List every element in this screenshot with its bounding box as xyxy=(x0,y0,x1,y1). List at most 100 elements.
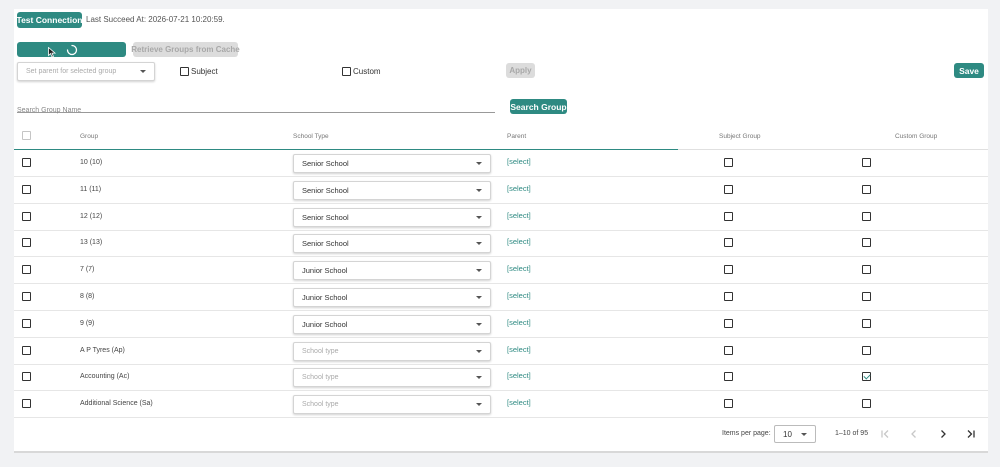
subject-group-checkbox[interactable] xyxy=(724,185,733,194)
custom-group-checkbox[interactable] xyxy=(862,265,871,274)
subject-group-checkbox[interactable] xyxy=(724,292,733,301)
subject-checkbox[interactable] xyxy=(180,67,189,76)
last-succeed-text: Last Succeed At: 2026-07-21 10:20:59. xyxy=(86,15,225,24)
subject-group-checkbox[interactable] xyxy=(724,319,733,328)
row-checkbox[interactable] xyxy=(22,372,31,381)
chevron-down-icon xyxy=(476,323,482,326)
chevron-down-icon xyxy=(476,216,482,219)
parent-select[interactable]: Set parent for selected group xyxy=(17,62,155,81)
custom-group-checkbox[interactable] xyxy=(862,292,871,301)
header-subject-group: Subject Group xyxy=(719,133,761,140)
test-connection-button[interactable]: Test Connection xyxy=(17,12,82,28)
group-name: Additional Science (Sa) xyxy=(80,400,153,407)
items-per-page-select[interactable]: 10 xyxy=(774,425,816,443)
row-checkbox[interactable] xyxy=(22,158,31,167)
items-per-page-label: Items per page: xyxy=(722,430,771,437)
custom-group-checkbox[interactable] xyxy=(862,346,871,355)
row-checkbox[interactable] xyxy=(22,185,31,194)
parent-select-link[interactable]: [select] xyxy=(507,264,531,273)
parent-select-link[interactable]: [select] xyxy=(507,371,531,380)
school-type-value: Junior School xyxy=(302,320,348,329)
save-button[interactable]: Save xyxy=(954,63,984,78)
row-checkbox[interactable] xyxy=(22,399,31,408)
school-type-select[interactable]: School type xyxy=(293,342,491,361)
group-name: 12 (12) xyxy=(80,213,103,220)
row-checkbox[interactable] xyxy=(22,265,31,274)
subject-group-checkbox[interactable] xyxy=(724,346,733,355)
school-type-select[interactable]: Junior School xyxy=(293,315,491,334)
header-group: Group xyxy=(80,133,99,140)
chevron-down-icon xyxy=(476,350,482,353)
school-type-value: Senior School xyxy=(302,213,349,222)
school-type-value: Senior School xyxy=(302,159,349,168)
subject-group-checkbox[interactable] xyxy=(724,158,733,167)
chevron-down-icon xyxy=(476,269,482,272)
school-type-select[interactable]: Senior School xyxy=(293,154,491,173)
parent-select-link[interactable]: [select] xyxy=(507,398,531,407)
table-row: 10 (10) Senior School [select] xyxy=(14,150,988,177)
chevron-down-icon xyxy=(476,242,482,245)
parent-select-link[interactable]: [select] xyxy=(507,345,531,354)
group-name: 8 (8) xyxy=(80,293,95,300)
group-name: 11 (11) xyxy=(80,186,102,193)
items-per-page-value: 10 xyxy=(783,429,792,439)
last-page-icon[interactable] xyxy=(966,429,976,439)
school-type-select[interactable]: School type xyxy=(293,395,491,414)
parent-select-link[interactable]: [select] xyxy=(507,184,531,193)
school-type-select[interactable]: Senior School xyxy=(293,181,491,200)
group-name: Accounting (Ac) xyxy=(80,373,130,380)
group-name: A P Tyres (Ap) xyxy=(80,347,125,354)
custom-group-checkbox[interactable] xyxy=(862,238,871,247)
school-type-select[interactable]: School type xyxy=(293,368,491,387)
school-type-select[interactable]: Senior School xyxy=(293,208,491,227)
first-page-icon[interactable] xyxy=(880,429,890,439)
custom-group-checkbox[interactable] xyxy=(862,319,871,328)
apply-button[interactable]: Apply xyxy=(506,63,535,78)
chevron-left-icon[interactable] xyxy=(909,429,919,439)
subject-group-checkbox[interactable] xyxy=(724,399,733,408)
subject-group-checkbox[interactable] xyxy=(724,212,733,221)
chevron-down-icon xyxy=(476,403,482,406)
row-checkbox[interactable] xyxy=(22,212,31,221)
school-type-value: Junior School xyxy=(302,293,348,302)
custom-label: Custom xyxy=(353,67,381,76)
table-row: 9 (9) Junior School [select] xyxy=(14,311,988,338)
parent-select-link[interactable]: [select] xyxy=(507,157,531,166)
search-input[interactable]: Search Group Name xyxy=(17,99,495,114)
parent-select-link[interactable]: [select] xyxy=(507,237,531,246)
select-all-checkbox[interactable] xyxy=(22,131,31,140)
row-checkbox[interactable] xyxy=(22,292,31,301)
search-group-button[interactable]: Search Group xyxy=(510,99,567,114)
table-row: 7 (7) Junior School [select] xyxy=(14,257,988,284)
school-type-select[interactable]: Junior School xyxy=(293,288,491,307)
school-type-value: Senior School xyxy=(302,186,349,195)
parent-select-link[interactable]: [select] xyxy=(507,211,531,220)
group-name: 9 (9) xyxy=(80,320,95,327)
custom-group-checkbox[interactable] xyxy=(862,372,871,381)
school-type-select[interactable]: Junior School xyxy=(293,261,491,280)
chevron-down-icon xyxy=(140,70,146,73)
table-row: Additional Science (Sa) School type [selec… xyxy=(14,391,988,418)
school-type-select[interactable]: Senior School xyxy=(293,234,491,253)
subject-group-checkbox[interactable] xyxy=(724,238,733,247)
chevron-right-icon[interactable] xyxy=(938,429,948,439)
chevron-down-icon xyxy=(476,376,482,379)
retrieve-groups-button[interactable]: Retrieve Groups from Cache xyxy=(131,42,240,57)
parent-select-link[interactable]: [select] xyxy=(507,291,531,300)
row-checkbox[interactable] xyxy=(22,238,31,247)
row-checkbox[interactable] xyxy=(22,319,31,328)
school-type-value: School type xyxy=(302,374,339,381)
custom-group-checkbox[interactable] xyxy=(862,212,871,221)
subject-group-checkbox[interactable] xyxy=(724,372,733,381)
custom-group-checkbox[interactable] xyxy=(862,399,871,408)
custom-group-checkbox[interactable] xyxy=(862,185,871,194)
chevron-down-icon xyxy=(476,189,482,192)
chevron-down-icon xyxy=(801,432,807,436)
row-checkbox[interactable] xyxy=(22,346,31,355)
custom-checkbox[interactable] xyxy=(342,67,351,76)
loading-button[interactable] xyxy=(17,42,126,57)
subject-group-checkbox[interactable] xyxy=(724,265,733,274)
custom-group-checkbox[interactable] xyxy=(862,158,871,167)
group-name: 13 (13) xyxy=(80,239,103,246)
parent-select-link[interactable]: [select] xyxy=(507,318,531,327)
